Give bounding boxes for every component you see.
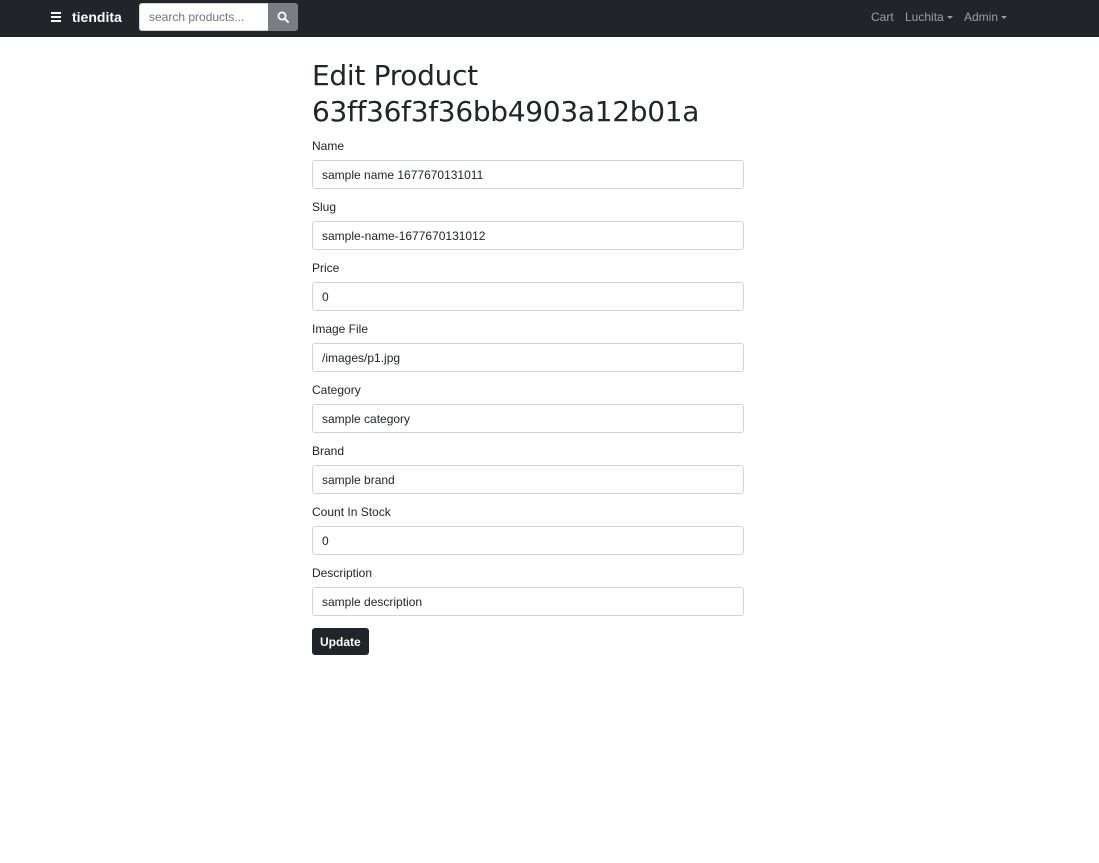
user-menu-label: Luchita bbox=[905, 10, 944, 24]
admin-menu-dropdown[interactable]: Admin bbox=[964, 10, 1008, 24]
form-group-brand: Brand bbox=[312, 444, 744, 494]
slug-field[interactable] bbox=[312, 221, 744, 250]
product-id: 63ff36f3f36bb4903a12b01a bbox=[312, 95, 700, 128]
brand-label: Brand bbox=[312, 444, 345, 458]
form-group-name: Name bbox=[312, 139, 744, 189]
description-field[interactable] bbox=[312, 587, 744, 616]
update-button[interactable]: Update bbox=[312, 628, 369, 655]
user-menu-dropdown[interactable]: Luchita bbox=[905, 10, 953, 24]
price-label: Price bbox=[312, 261, 340, 275]
description-label: Description bbox=[312, 566, 373, 580]
top-navbar: tiendita Cart Luchita Admin bbox=[0, 0, 1099, 37]
image-file-label: Image File bbox=[312, 322, 369, 336]
search-button[interactable] bbox=[268, 3, 298, 31]
form-group-image: Image File bbox=[312, 322, 744, 372]
name-field[interactable] bbox=[312, 160, 744, 189]
page-title-heading: Edit Product bbox=[312, 59, 478, 92]
price-field[interactable] bbox=[312, 282, 744, 311]
category-field[interactable] bbox=[312, 404, 744, 433]
slug-label: Slug bbox=[312, 200, 337, 214]
count-in-stock-field[interactable] bbox=[312, 526, 744, 555]
hamburger-menu-icon[interactable] bbox=[50, 11, 64, 24]
form-group-price: Price bbox=[312, 261, 744, 311]
page-title: Edit Product 63ff36f3f36bb4903a12b01a bbox=[312, 58, 744, 130]
form-group-slug: Slug bbox=[312, 200, 744, 250]
edit-product-form: Name Slug Price Image File Category Bran… bbox=[312, 139, 744, 655]
admin-menu-label: Admin bbox=[964, 10, 999, 24]
name-label: Name bbox=[312, 139, 345, 153]
nav-cart-link[interactable]: Cart bbox=[871, 10, 894, 24]
brand-field[interactable] bbox=[312, 465, 744, 494]
form-group-count-in-stock: Count In Stock bbox=[312, 505, 744, 555]
search-input[interactable] bbox=[139, 3, 269, 31]
form-group-category: Category bbox=[312, 383, 744, 433]
image-file-field[interactable] bbox=[312, 343, 744, 372]
edit-product-container: Edit Product 63ff36f3f36bb4903a12b01a Na… bbox=[312, 58, 744, 655]
search-icon bbox=[277, 11, 289, 23]
count-in-stock-label: Count In Stock bbox=[312, 505, 391, 519]
chevron-down-icon bbox=[1001, 16, 1008, 19]
category-label: Category bbox=[312, 383, 361, 397]
brand-logo[interactable]: tiendita bbox=[72, 9, 122, 25]
form-group-description: Description bbox=[312, 566, 744, 616]
chevron-down-icon bbox=[946, 16, 953, 19]
